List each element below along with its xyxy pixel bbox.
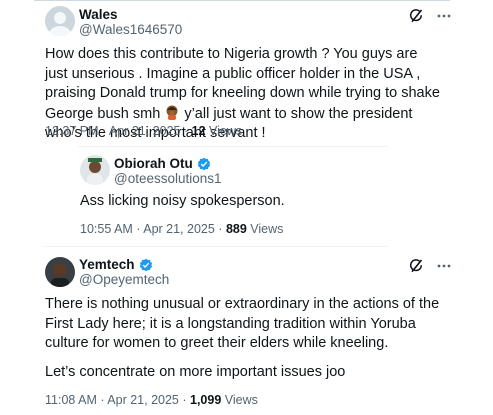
timestamp[interactable]: 10:55 AM · Apr 21, 2025 · <box>80 222 226 236</box>
views-count: 1,099 <box>190 393 222 407</box>
tweet-text: Ass licking noisy spokesperson. <box>80 193 285 209</box>
views-count: 889 <box>225 222 247 236</box>
tweet-meta[interactable]: 12:37 PM · Apr 21, 2025 · 12 Views <box>45 124 242 138</box>
grok-icon[interactable] <box>408 8 424 24</box>
verified-badge-icon <box>197 157 210 170</box>
views-label: Views <box>205 124 243 138</box>
grok-icon[interactable] <box>408 258 424 274</box>
views-label: Views <box>246 222 284 236</box>
timestamp[interactable]: 11:08 AM · Apr 21, 2025 · <box>45 393 190 407</box>
profile-photo-icon <box>45 257 75 287</box>
avatar-yemtech[interactable] <box>45 257 75 287</box>
author-name[interactable]: Obiorah Otu <box>114 156 193 171</box>
avatar-obiorah[interactable] <box>80 155 110 185</box>
more-icon[interactable] <box>436 258 452 274</box>
avatar-wales[interactable] <box>45 6 75 36</box>
author-handle[interactable]: @Wales1646570 <box>79 22 182 37</box>
tweet-meta[interactable]: 10:55 AM · Apr 21, 2025 · 889 Views <box>80 222 283 236</box>
author-handle[interactable]: @oteessolutions1 <box>114 171 222 186</box>
tweet-meta[interactable]: 11:08 AM · Apr 21, 2025 · 1,099 Views <box>45 393 258 407</box>
person-facepalming-emoji <box>166 105 178 120</box>
tweet-text-line2: Let’s concentrate on more important issu… <box>45 364 346 380</box>
views-label: Views <box>221 393 258 407</box>
profile-photo-icon <box>80 155 110 185</box>
views-count: 12 <box>191 124 206 138</box>
tweet-text: There is nothing unusual or extraordinar… <box>45 296 440 351</box>
verified-badge-icon <box>139 258 152 271</box>
author-handle[interactable]: @Opeyemtech <box>79 272 169 287</box>
top-border <box>34 0 450 1</box>
divider <box>78 146 388 147</box>
more-icon[interactable] <box>436 8 452 24</box>
author-name[interactable]: Yemtech <box>79 257 135 272</box>
timestamp[interactable]: 12:37 PM · Apr 21, 2025 · <box>45 124 192 138</box>
author-name[interactable]: Wales <box>79 7 118 22</box>
default-avatar-icon <box>45 6 75 36</box>
divider <box>45 246 388 247</box>
